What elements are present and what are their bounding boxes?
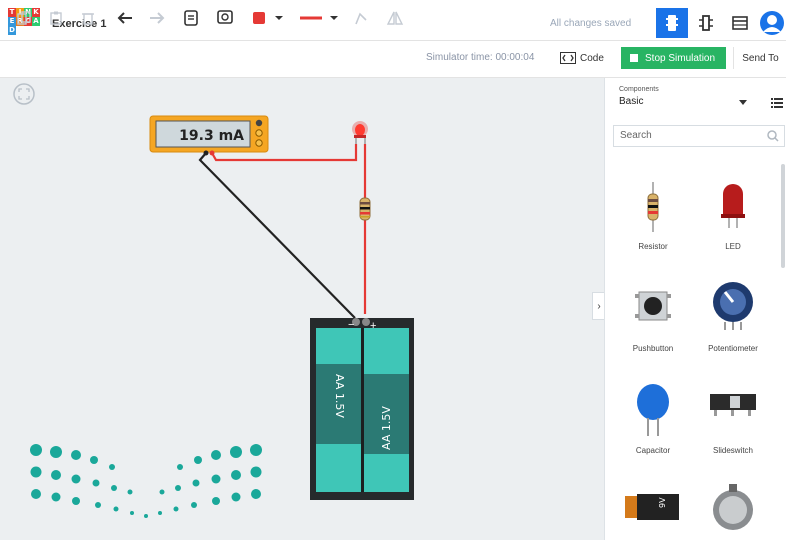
component-label: Capacitor (635, 446, 671, 455)
circuit-canvas[interactable]: 19.3 mA − + AA 1.5V AA 1.5V (0, 78, 604, 540)
flip-button[interactable] (384, 8, 406, 28)
battery-plus-terminal: + (370, 320, 376, 332)
components-panel: Components Basic Search Resistor LED Pus… (604, 78, 786, 540)
coin-cell-icon (713, 484, 753, 530)
pushbutton-icon (635, 291, 671, 321)
battery-label-right: AA 1.5V (380, 406, 393, 450)
stop-simulation-label: Stop Simulation (645, 52, 716, 64)
battery-minus-terminal: − (348, 319, 354, 331)
component-label: Potentiometer (708, 344, 758, 353)
annotation-icon (217, 10, 233, 24)
chevron-down-icon[interactable] (739, 100, 747, 106)
trash-icon (82, 13, 94, 25)
code-label: Code (580, 52, 604, 64)
component-list-button[interactable] (724, 8, 756, 38)
circuit-icon (666, 15, 678, 31)
wire-positive[interactable] (211, 144, 367, 314)
panel-scrollbar[interactable] (781, 164, 785, 268)
send-to-button[interactable]: Send To (733, 47, 786, 69)
redo-button[interactable] (146, 8, 168, 28)
ministry-logo-watermark (30, 444, 262, 518)
battery-pack[interactable] (310, 318, 414, 500)
undo-button[interactable] (114, 8, 136, 28)
component-search-input[interactable]: Search (613, 125, 785, 147)
battery-9v-icon: 9V (625, 494, 679, 520)
simulator-time: Simulator time: 00:00:04 (426, 52, 535, 63)
slideswitch-icon (710, 394, 756, 416)
notes-button[interactable] (180, 8, 202, 28)
wire-style-icon (300, 16, 338, 20)
notes-icon (184, 10, 198, 26)
component-potentiometer[interactable]: Potentiometer (693, 276, 773, 360)
component-label: LED (725, 242, 741, 251)
delete-button[interactable] (78, 8, 98, 28)
component-coin-cell[interactable] (693, 478, 773, 540)
rotate-button[interactable] (350, 8, 372, 28)
color-picker[interactable] (250, 8, 286, 28)
avatar-icon (760, 11, 784, 35)
undo-icon (117, 12, 132, 24)
multimeter-reading: 19.3 mA (179, 128, 244, 144)
circuit-drawing: 19.3 mA − + AA 1.5V AA 1.5V (13, 83, 414, 518)
paste-button[interactable] (46, 8, 66, 28)
list-view-icon (732, 16, 748, 30)
component-label: Resistor (638, 242, 668, 251)
components-caption: Components (619, 86, 659, 93)
component-pushbutton[interactable]: Pushbutton (613, 276, 693, 360)
component-capacitor[interactable]: Capacitor (613, 378, 693, 462)
rotate-icon (355, 12, 367, 25)
paste-icon (50, 11, 62, 25)
led-component[interactable] (352, 121, 368, 144)
redo-icon (150, 12, 165, 24)
led-icon (721, 184, 745, 228)
copy-icon (17, 11, 31, 25)
component-battery-9v[interactable]: 9V (613, 478, 693, 540)
resistor-icon (647, 182, 659, 232)
circuit-view-button[interactable] (656, 8, 688, 38)
component-resistor[interactable]: Resistor (613, 174, 693, 258)
copy-button[interactable] (14, 8, 34, 28)
list-toggle-icon[interactable] (771, 98, 783, 108)
schematic-view-button[interactable] (690, 8, 722, 38)
chevron-right-icon: › (597, 300, 601, 312)
search-icon[interactable] (767, 130, 779, 142)
component-label: Slideswitch (712, 446, 753, 455)
fit-view-icon[interactable] (13, 83, 35, 105)
wire-negative[interactable] (198, 152, 356, 319)
flip-icon (386, 11, 404, 25)
component-led[interactable]: LED (693, 174, 773, 258)
potentiometer-icon (713, 282, 753, 330)
resistor-component[interactable] (359, 197, 371, 221)
code-icon (560, 52, 576, 64)
send-to-label: Send To (742, 52, 779, 64)
schematic-icon (699, 15, 713, 31)
stop-icon (630, 54, 638, 62)
annotation-button[interactable] (214, 8, 236, 28)
stop-simulation-button[interactable]: Stop Simulation (621, 47, 726, 69)
save-status: All changes saved (550, 18, 632, 29)
component-slideswitch[interactable]: Slideswitch (693, 378, 773, 462)
wire-type-picker[interactable] (296, 8, 340, 28)
color-swatch-icon (253, 12, 283, 24)
component-label: Pushbutton (632, 344, 674, 353)
user-avatar[interactable] (758, 8, 786, 38)
svg-text:9V: 9V (658, 497, 667, 508)
code-button[interactable]: Code (560, 49, 604, 67)
capacitor-icon (637, 384, 669, 436)
battery-label-left: AA 1.5V (333, 374, 346, 418)
component-category-select[interactable]: Basic (619, 96, 643, 107)
